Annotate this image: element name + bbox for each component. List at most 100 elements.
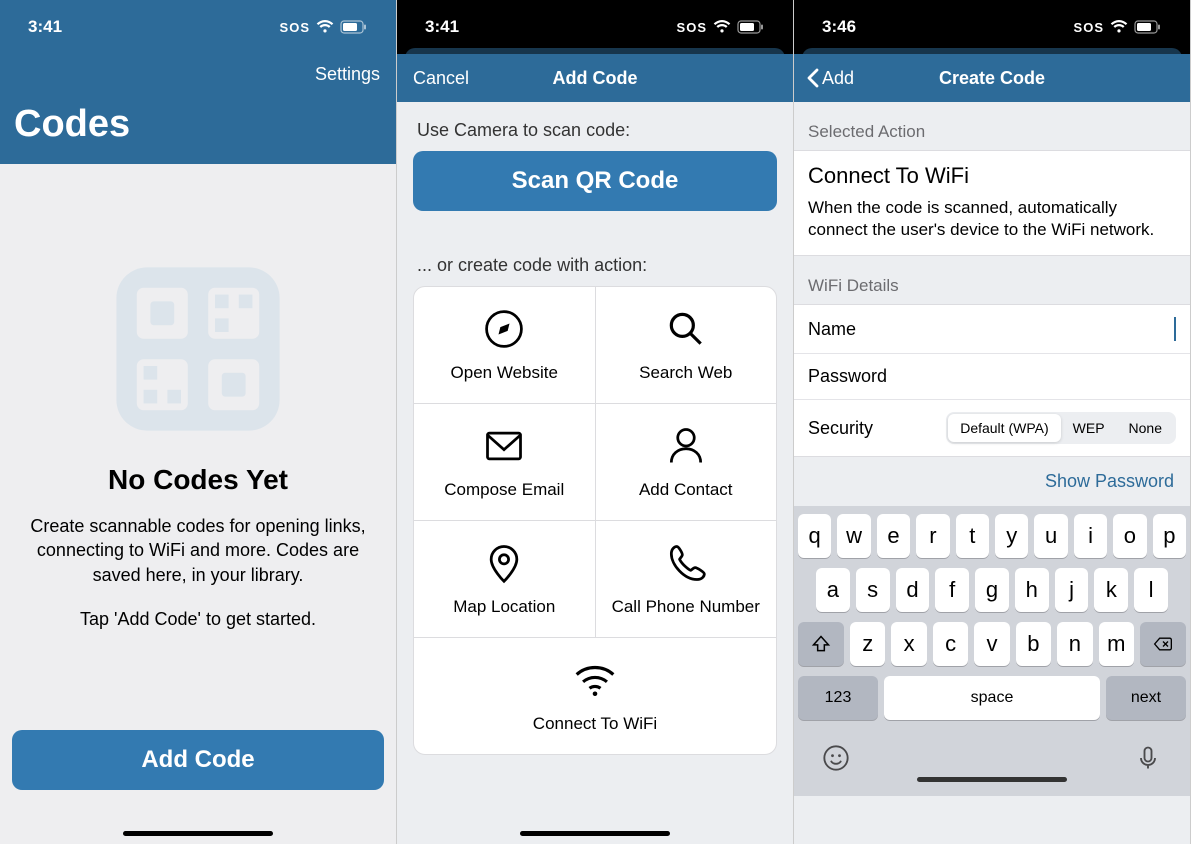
name-row[interactable]: Name <box>794 305 1190 354</box>
key-backspace[interactable] <box>1140 622 1186 666</box>
key-s[interactable]: s <box>856 568 890 612</box>
key-space[interactable]: space <box>884 676 1100 720</box>
mic-icon <box>1134 744 1162 772</box>
key-k[interactable]: k <box>1094 568 1128 612</box>
page-title: Codes <box>0 89 396 164</box>
password-label: Password <box>808 366 887 387</box>
key-b[interactable]: b <box>1016 622 1051 666</box>
action-label: Call Phone Number <box>612 597 760 617</box>
status-right: SOS <box>1074 20 1162 35</box>
scan-qr-button[interactable]: Scan QR Code <box>413 151 777 211</box>
key-q[interactable]: q <box>798 514 831 558</box>
status-bar: 3:41 SOS <box>0 0 396 54</box>
back-button[interactable]: Add <box>806 68 854 89</box>
emoji-icon <box>822 744 850 772</box>
key-m[interactable]: m <box>1099 622 1134 666</box>
key-t[interactable]: t <box>956 514 989 558</box>
sos-indicator: SOS <box>1074 20 1104 35</box>
action-call-phone[interactable]: Call Phone Number <box>596 521 777 638</box>
nav-row: Settings <box>0 54 396 89</box>
key-j[interactable]: j <box>1055 568 1089 612</box>
security-none[interactable]: None <box>1117 414 1174 442</box>
person-icon <box>664 424 708 468</box>
action-map-location[interactable]: Map Location <box>414 521 596 638</box>
scan-label: Use Camera to scan code: <box>413 116 777 151</box>
key-d[interactable]: d <box>896 568 930 612</box>
nav-bar: Add Create Code <box>794 54 1190 102</box>
battery-icon <box>340 20 368 34</box>
map-pin-icon <box>482 541 526 585</box>
home-indicator[interactable] <box>520 831 670 836</box>
key-r[interactable]: r <box>916 514 949 558</box>
back-label: Add <box>822 68 854 89</box>
key-c[interactable]: c <box>933 622 968 666</box>
cancel-button[interactable]: Cancel <box>413 68 469 89</box>
key-next[interactable]: next <box>1106 676 1186 720</box>
screen-codes-empty: 3:41 SOS Settings Codes <box>0 0 397 844</box>
key-i[interactable]: i <box>1074 514 1107 558</box>
selected-action-desc: When the code is scanned, automatically … <box>808 197 1176 241</box>
action-open-website[interactable]: Open Website <box>414 287 596 404</box>
key-n[interactable]: n <box>1057 622 1092 666</box>
sos-indicator: SOS <box>677 20 707 35</box>
key-123[interactable]: 123 <box>798 676 878 720</box>
screen-create-code: 3:46 SOS Add Create Code Selected Action <box>794 0 1191 844</box>
key-e[interactable]: e <box>877 514 910 558</box>
action-label: Map Location <box>453 597 555 617</box>
key-a[interactable]: a <box>816 568 850 612</box>
action-grid: Open Website Search Web Compose Email <box>413 286 777 755</box>
key-y[interactable]: y <box>995 514 1028 558</box>
chevron-left-icon <box>806 68 820 88</box>
key-w[interactable]: w <box>837 514 870 558</box>
emoji-button[interactable] <box>822 744 850 777</box>
security-wep[interactable]: WEP <box>1061 414 1117 442</box>
key-f[interactable]: f <box>935 568 969 612</box>
wifi-icon <box>573 658 617 702</box>
key-shift[interactable] <box>798 622 844 666</box>
action-compose-email[interactable]: Compose Email <box>414 404 596 521</box>
password-row[interactable]: Password <box>794 354 1190 400</box>
action-add-contact[interactable]: Add Contact <box>596 404 777 521</box>
keyboard: q w e r t y u i o p a s d f g h j k l <box>794 506 1190 796</box>
home-indicator[interactable] <box>917 777 1067 782</box>
key-x[interactable]: x <box>891 622 926 666</box>
key-h[interactable]: h <box>1015 568 1049 612</box>
action-label: Add Contact <box>639 480 733 500</box>
wifi-details-header: WiFi Details <box>794 256 1190 304</box>
action-label: Search Web <box>639 363 732 383</box>
key-l[interactable]: l <box>1134 568 1168 612</box>
security-default[interactable]: Default (WPA) <box>948 414 1060 442</box>
key-p[interactable]: p <box>1153 514 1186 558</box>
wifi-icon <box>1110 20 1128 34</box>
sos-indicator: SOS <box>280 20 310 35</box>
battery-icon <box>1134 20 1162 34</box>
name-label: Name <box>808 319 856 340</box>
action-connect-wifi[interactable]: Connect To WiFi <box>414 638 776 754</box>
key-v[interactable]: v <box>974 622 1009 666</box>
selected-action-block: Connect To WiFi When the code is scanned… <box>794 150 1190 256</box>
keyboard-footer <box>798 730 1186 777</box>
nav-bar: Cancel Add Code <box>397 54 793 102</box>
key-o[interactable]: o <box>1113 514 1146 558</box>
action-search-web[interactable]: Search Web <box>596 287 777 404</box>
add-code-button[interactable]: Add Code <box>12 730 384 790</box>
action-label: Open Website <box>451 363 558 383</box>
action-label: Connect To WiFi <box>533 714 657 734</box>
status-bar: 3:46 SOS <box>794 0 1190 54</box>
home-indicator[interactable] <box>123 831 273 836</box>
text-cursor <box>1174 317 1176 341</box>
settings-link[interactable]: Settings <box>315 64 380 85</box>
body: Use Camera to scan code: Scan QR Code ..… <box>397 102 793 844</box>
key-u[interactable]: u <box>1034 514 1067 558</box>
key-z[interactable]: z <box>850 622 885 666</box>
screen-add-code: 3:41 SOS Cancel Add Code Use Camera to s… <box>397 0 794 844</box>
mic-button[interactable] <box>1134 744 1162 777</box>
or-create-label: ... or create code with action: <box>413 255 777 286</box>
show-password-button[interactable]: Show Password <box>794 457 1190 506</box>
qr-placeholder-icon <box>113 264 283 434</box>
security-segmented[interactable]: Default (WPA) WEP None <box>946 412 1176 444</box>
envelope-icon <box>482 424 526 468</box>
wifi-icon <box>713 20 731 34</box>
key-g[interactable]: g <box>975 568 1009 612</box>
body: Selected Action Connect To WiFi When the… <box>794 102 1190 844</box>
